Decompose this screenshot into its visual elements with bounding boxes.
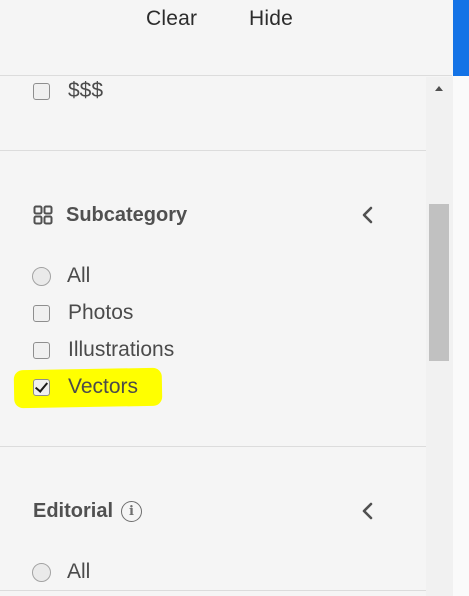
chevron-left-icon[interactable] <box>360 502 374 520</box>
option-label: Illustrations <box>68 338 175 361</box>
panel-edge <box>453 76 469 596</box>
price-checkbox[interactable] <box>33 82 50 100</box>
divider <box>0 150 426 151</box>
option-label: Photos <box>68 301 134 324</box>
checkbox[interactable] <box>33 304 50 322</box>
clear-button[interactable]: Clear <box>146 7 197 31</box>
price-option-label: $$$ <box>68 79 104 102</box>
price-option-3[interactable]: $$$ <box>33 77 103 105</box>
option-label: All <box>67 560 91 583</box>
subcategory-header[interactable]: Subcategory <box>33 200 187 230</box>
divider <box>0 446 426 447</box>
hide-button[interactable]: Hide <box>249 7 293 31</box>
editorial-option-all[interactable]: All <box>32 558 91 586</box>
accent-strip <box>453 0 469 76</box>
subcategory-title: Subcategory <box>66 203 188 226</box>
checkbox-checked[interactable] <box>33 378 50 396</box>
scroll-up-arrow-icon[interactable] <box>435 86 443 91</box>
radio-button[interactable] <box>32 562 51 582</box>
subcategory-option-illustrations[interactable]: Illustrations <box>33 336 174 364</box>
bottom-border <box>0 590 426 591</box>
filter-header: Clear Hide <box>0 0 452 76</box>
checkbox[interactable] <box>33 341 50 359</box>
chevron-left-icon[interactable] <box>360 206 374 224</box>
option-label: All <box>67 264 91 287</box>
radio-button[interactable] <box>32 266 51 286</box>
info-icon[interactable]: i <box>121 500 143 522</box>
subcategory-option-vectors[interactable]: Vectors <box>33 373 138 401</box>
subcategory-option-photos[interactable]: Photos <box>33 299 133 327</box>
editorial-title: Editorial <box>33 499 114 522</box>
editorial-header[interactable]: Editorial i <box>33 496 143 526</box>
subcategory-option-all[interactable]: All <box>32 262 91 290</box>
scrollbar[interactable] <box>426 77 453 596</box>
scroll-thumb[interactable] <box>429 204 449 361</box>
grid-icon <box>33 205 53 225</box>
option-label: Vectors <box>68 375 139 398</box>
